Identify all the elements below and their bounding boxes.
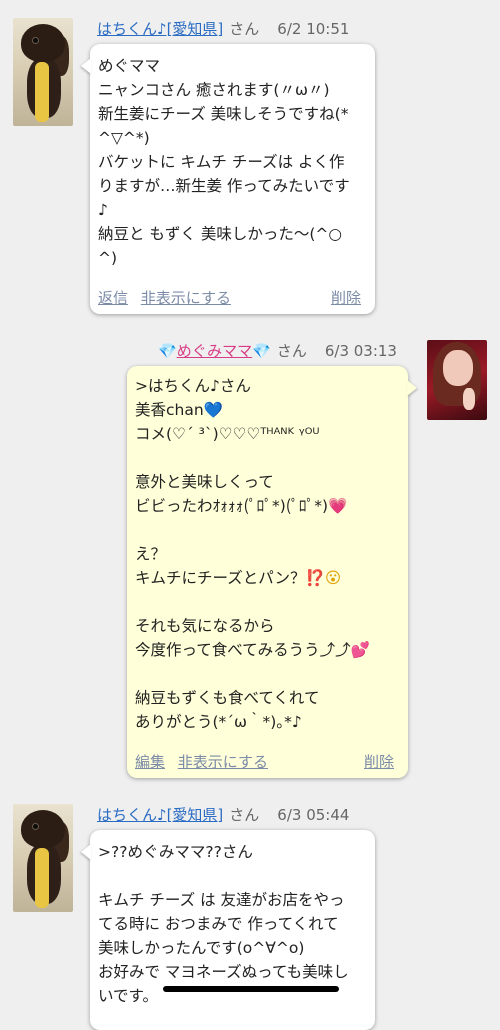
message-line: 意外と美味しくって <box>135 473 274 491</box>
hide-button[interactable]: 非表示にする <box>178 753 268 771</box>
message-line: りますが…新生姜 作ってみたいです <box>98 177 350 195</box>
message-line: ♪ <box>98 201 108 219</box>
sparkle-heart-icon: 💗 <box>328 497 348 515</box>
avatar-part <box>33 38 38 43</box>
timestamp: 6/2 10:51 <box>277 20 350 38</box>
honorific: さん <box>229 806 260 824</box>
post-meta: はちくん♪[愛知県] さん 6/3 05:44 <box>97 804 349 825</box>
message-text: ビビったわｵｫｫｫ(ﾟﾛﾟ*)(ﾟﾛﾟ*) <box>135 497 329 515</box>
home-indicator[interactable] <box>163 986 339 992</box>
message-line: 今度作って食べてみるうう⤴︎⤴︎💕 <box>135 638 400 662</box>
message-line: お好みで マヨネーズぬっても美味し <box>98 963 349 981</box>
message-line: コメ(♡´ ³`)♡♡♡ᵀᴴᴬᴺᴷ ᵞᴼᵁ <box>135 425 320 443</box>
message-line: それも気になるから <box>135 617 275 635</box>
message-line: てる時に おつまみで 作ってくれて <box>98 915 339 933</box>
message-line: ありがとう(*´ω｀*)｡*♪ <box>135 713 302 731</box>
username-link[interactable]: はちくん♪[愛知県] <box>97 806 223 824</box>
bubble-tail <box>407 380 417 396</box>
message-line: ニャンコさん 癒されます(〃ω〃) <box>98 81 330 99</box>
message-line: キムチにチーズとパン？⁉️😮 <box>135 566 400 590</box>
gem-icon: 💎 <box>158 342 177 360</box>
avatar-part <box>443 350 473 386</box>
user-photo-avatar[interactable] <box>427 340 487 420</box>
message-line: めぐママ <box>98 57 161 75</box>
hide-button[interactable]: 非表示にする <box>141 289 231 307</box>
post-meta: 💎めぐみママ💎 さん 6/3 03:13 <box>158 340 397 361</box>
bubble-tail <box>81 844 91 860</box>
message-line: キムチ チーズ は 友達がお店をやっ <box>98 891 345 909</box>
message-text: 美香chan <box>135 401 204 419</box>
avatar-part <box>35 62 49 122</box>
timestamp: 6/3 03:13 <box>324 342 397 360</box>
avatar-part <box>33 824 38 829</box>
dog-avatar[interactable] <box>13 804 73 912</box>
avatar-part <box>21 24 65 62</box>
bubble-tail <box>81 58 91 74</box>
message-bubble: >はちくん♪さん 美香chan💙 コメ(♡´ ³`)♡♡♡ᵀᴴᴬᴺᴷ ᵞᴼᵁ 意… <box>127 366 417 778</box>
message-text: キムチにチーズとパン？ <box>135 569 306 587</box>
message-bubble: >??めぐみママ??さん キムチ チーズ は 友達がお店をやっ てる時に おつま… <box>81 830 375 1030</box>
message-actions: 編集 非表示にする 削除 <box>135 750 408 774</box>
delete-button[interactable]: 削除 <box>331 286 361 310</box>
reply-button[interactable]: 返信 <box>98 289 128 307</box>
wow-face-icon: 😮 <box>324 569 341 587</box>
avatar-part <box>35 848 49 908</box>
honorific: さん <box>229 20 260 38</box>
username-link[interactable]: めぐみママ <box>177 342 252 360</box>
avatar-part <box>21 810 65 848</box>
timestamp: 6/3 05:44 <box>277 806 350 824</box>
message-text: 今度作って食べてみるうう⤴︎⤴︎ <box>135 641 351 659</box>
message-line: 納豆もずくも食べてくれて <box>135 689 320 707</box>
message-line: >??めぐみママ??さん <box>98 843 253 861</box>
exclamation-question-icon: ⁉️ <box>305 569 325 587</box>
message-line: え？ <box>135 545 167 563</box>
message-line: ^) <box>98 249 118 267</box>
two-hearts-icon: 💕 <box>350 641 370 659</box>
message-line: 新生姜にチーズ 美味しそうですね(* <box>98 105 349 123</box>
username-link[interactable]: はちくん♪[愛知県] <box>97 20 223 38</box>
message-line: 美味しかったんです(o^∀^o) <box>98 939 305 957</box>
message-line: バケットに キムチ チーズは よく作 <box>98 153 345 171</box>
honorific: さん <box>276 342 307 360</box>
message-actions: 返信 非表示にする 削除 <box>98 286 375 310</box>
message-line: ビビったわｵｫｫｫ(ﾟﾛﾟ*)(ﾟﾛﾟ*)💗 <box>135 494 400 518</box>
message-line: ^▽^*) <box>98 129 150 147</box>
gem-icon: 💎 <box>252 342 271 360</box>
post-meta: はちくん♪[愛知県] さん 6/2 10:51 <box>97 18 349 39</box>
message-line: 納豆と もずく 美味しかった〜(^○ <box>98 225 342 243</box>
delete-button[interactable]: 削除 <box>364 750 394 774</box>
blue-heart-icon: 💙 <box>203 401 223 419</box>
dog-avatar[interactable] <box>13 18 73 126</box>
edit-button[interactable]: 編集 <box>135 753 165 771</box>
message-line: 美香chan💙 <box>135 398 400 422</box>
message-line: >はちくん♪さん <box>135 377 251 395</box>
message-bubble: めぐママ ニャンコさん 癒されます(〃ω〃) 新生姜にチーズ 美味しそうですね(… <box>81 44 375 314</box>
avatar-part <box>463 388 475 410</box>
